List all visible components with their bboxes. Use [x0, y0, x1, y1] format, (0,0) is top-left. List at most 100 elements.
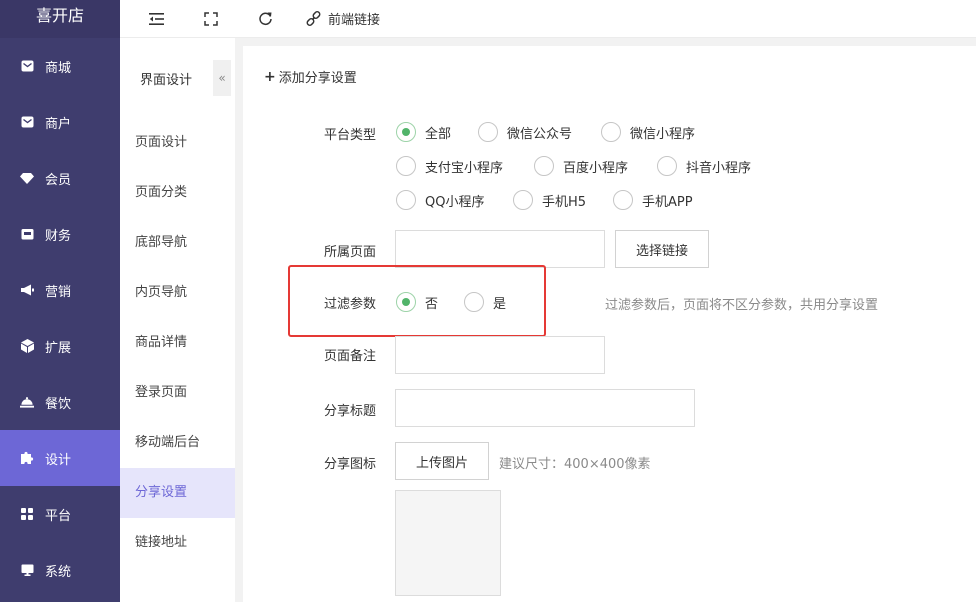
megaphone-icon — [20, 283, 34, 297]
refresh-icon — [258, 11, 273, 26]
fullscreen-icon — [204, 11, 218, 26]
sidebar-item-platform[interactable]: 平台 — [0, 486, 120, 542]
radio-label: 支付宝小程序 — [425, 160, 504, 176]
column-divider — [235, 38, 243, 602]
radio-label: 手机APP — [642, 194, 693, 210]
platform-radio-mobile-app[interactable]: 手机APP — [613, 190, 693, 210]
sidebar-item-label: 营销 — [45, 284, 72, 300]
subnav-item-share-settings[interactable]: 分享设置 — [120, 468, 235, 518]
radio-label: 是 — [493, 296, 507, 312]
plus-icon: + — [264, 68, 276, 85]
platform-radio-wechat-mini[interactable]: 微信小程序 — [601, 122, 695, 142]
frontend-link-button[interactable]: 前端链接 — [306, 0, 380, 38]
page-remark-input[interactable] — [395, 336, 605, 374]
radio-label: 微信公众号 — [507, 126, 573, 142]
refresh-button[interactable] — [258, 0, 273, 38]
mail-icon — [20, 59, 34, 73]
fullscreen-button[interactable] — [204, 0, 218, 38]
sidebar-item-label: 财务 — [45, 228, 72, 244]
wallet-icon — [20, 227, 34, 241]
cube-icon — [20, 339, 34, 353]
design-subnav: 界面设计 « 页面设计 页面分类 底部导航 内页导航 商品详情 登录页面 移动端… — [120, 38, 235, 602]
share-title-label: 分享标题 — [324, 404, 377, 419]
grid-icon — [20, 507, 34, 521]
sidebar-item-label: 餐饮 — [45, 396, 72, 412]
sidebar-item-member[interactable]: 会员 — [0, 150, 120, 206]
subnav-item-page-category[interactable]: 页面分类 — [120, 168, 235, 218]
radio-label: 抖音小程序 — [686, 160, 752, 176]
page-remark-label: 页面备注 — [324, 349, 377, 364]
subnav-item-page-design[interactable]: 页面设计 — [120, 118, 235, 168]
page-label: 所属页面 — [324, 245, 377, 260]
subnav-item-inner-nav[interactable]: 内页导航 — [120, 268, 235, 318]
radio-circle — [534, 156, 554, 176]
radio-circle — [601, 122, 621, 142]
sidebar-item-finance[interactable]: 财务 — [0, 206, 120, 262]
sidebar-item-label: 商城 — [45, 60, 72, 76]
sidebar-item-catering[interactable]: 餐饮 — [0, 374, 120, 430]
sidebar-item-label: 扩展 — [45, 340, 72, 356]
radio-circle — [396, 190, 416, 210]
frontend-link-label: 前端链接 — [328, 13, 381, 28]
subnav-item-mobile-admin[interactable]: 移动端后台 — [120, 418, 235, 468]
app-window: 喜开店 商城 商户 会员 财务 营销 扩展 餐饮 设计 平台 系统 前端链接 界… — [0, 0, 976, 602]
sidebar-item-system[interactable]: 系统 — [0, 542, 120, 598]
sidebar-item-label: 商户 — [45, 116, 72, 132]
content-top-divider — [243, 38, 976, 46]
diamond-icon — [20, 171, 34, 185]
radio-circle — [478, 122, 498, 142]
mail-icon — [20, 115, 34, 129]
indent-icon — [149, 12, 165, 26]
subnav-item-product-detail[interactable]: 商品详情 — [120, 318, 235, 368]
sidebar-item-label: 平台 — [45, 508, 72, 524]
radio-label: 全部 — [425, 126, 452, 142]
share-icon-label: 分享图标 — [324, 457, 377, 472]
radio-circle — [396, 156, 416, 176]
sidebar-item-merchant[interactable]: 商户 — [0, 94, 120, 150]
sidebar-item-label: 会员 — [45, 172, 72, 188]
sidebar-item-marketing[interactable]: 营销 — [0, 262, 120, 318]
sidebar-item-mall[interactable]: 商城 — [0, 38, 120, 94]
cloche-icon — [20, 395, 34, 409]
platform-radio-qq-mini[interactable]: QQ小程序 — [396, 190, 484, 210]
monitor-icon — [20, 563, 34, 577]
subnav-title: 界面设计 — [140, 72, 193, 88]
radio-circle — [464, 292, 484, 312]
platform-radio-all[interactable]: 全部 — [396, 122, 451, 142]
radio-label: 微信小程序 — [630, 126, 696, 142]
choose-link-button[interactable]: 选择链接 — [615, 230, 709, 268]
share-icon-preview[interactable] — [395, 490, 501, 596]
sidebar-item-label: 设计 — [45, 452, 72, 468]
radio-label: QQ小程序 — [425, 194, 485, 210]
filter-params-label: 过滤参数 — [324, 297, 377, 312]
sidebar-item-label: 系统 — [45, 564, 72, 580]
upload-image-button[interactable]: 上传图片 — [395, 442, 489, 480]
filter-radio-yes[interactable]: 是 — [464, 292, 506, 312]
radio-label: 否 — [425, 296, 439, 312]
subnav-item-login-page[interactable]: 登录页面 — [120, 368, 235, 418]
platform-radio-mobile-h5[interactable]: 手机H5 — [513, 190, 586, 210]
radio-label: 手机H5 — [542, 194, 587, 210]
subnav-item-bottom-nav[interactable]: 底部导航 — [120, 218, 235, 268]
share-title-input[interactable] — [395, 389, 695, 427]
platform-radio-douyin-mini[interactable]: 抖音小程序 — [657, 156, 751, 176]
add-share-setting-button[interactable]: + 添加分享设置 — [264, 67, 357, 87]
radio-circle — [513, 190, 533, 210]
sidebar-item-extension[interactable]: 扩展 — [0, 318, 120, 374]
brand-logo: 喜开店 — [0, 0, 120, 38]
radio-circle — [657, 156, 677, 176]
top-toolbar: 前端链接 — [120, 0, 976, 38]
platform-radio-wechat-official[interactable]: 微信公众号 — [478, 122, 572, 142]
radio-label: 百度小程序 — [563, 160, 629, 176]
add-share-label: 添加分享设置 — [278, 71, 357, 86]
collapse-subnav-button[interactable]: « — [213, 60, 231, 96]
radio-circle — [613, 190, 633, 210]
filter-radio-no[interactable]: 否 — [396, 292, 438, 312]
sidebar-item-design[interactable]: 设计 — [0, 430, 120, 486]
subnav-item-link-address[interactable]: 链接地址 — [120, 518, 235, 568]
page-input[interactable] — [395, 230, 605, 268]
main-sidebar: 喜开店 商城 商户 会员 财务 营销 扩展 餐饮 设计 平台 系统 — [0, 0, 120, 602]
platform-radio-alipay-mini[interactable]: 支付宝小程序 — [396, 156, 503, 176]
menu-toggle-button[interactable] — [149, 0, 165, 38]
platform-radio-baidu-mini[interactable]: 百度小程序 — [534, 156, 628, 176]
